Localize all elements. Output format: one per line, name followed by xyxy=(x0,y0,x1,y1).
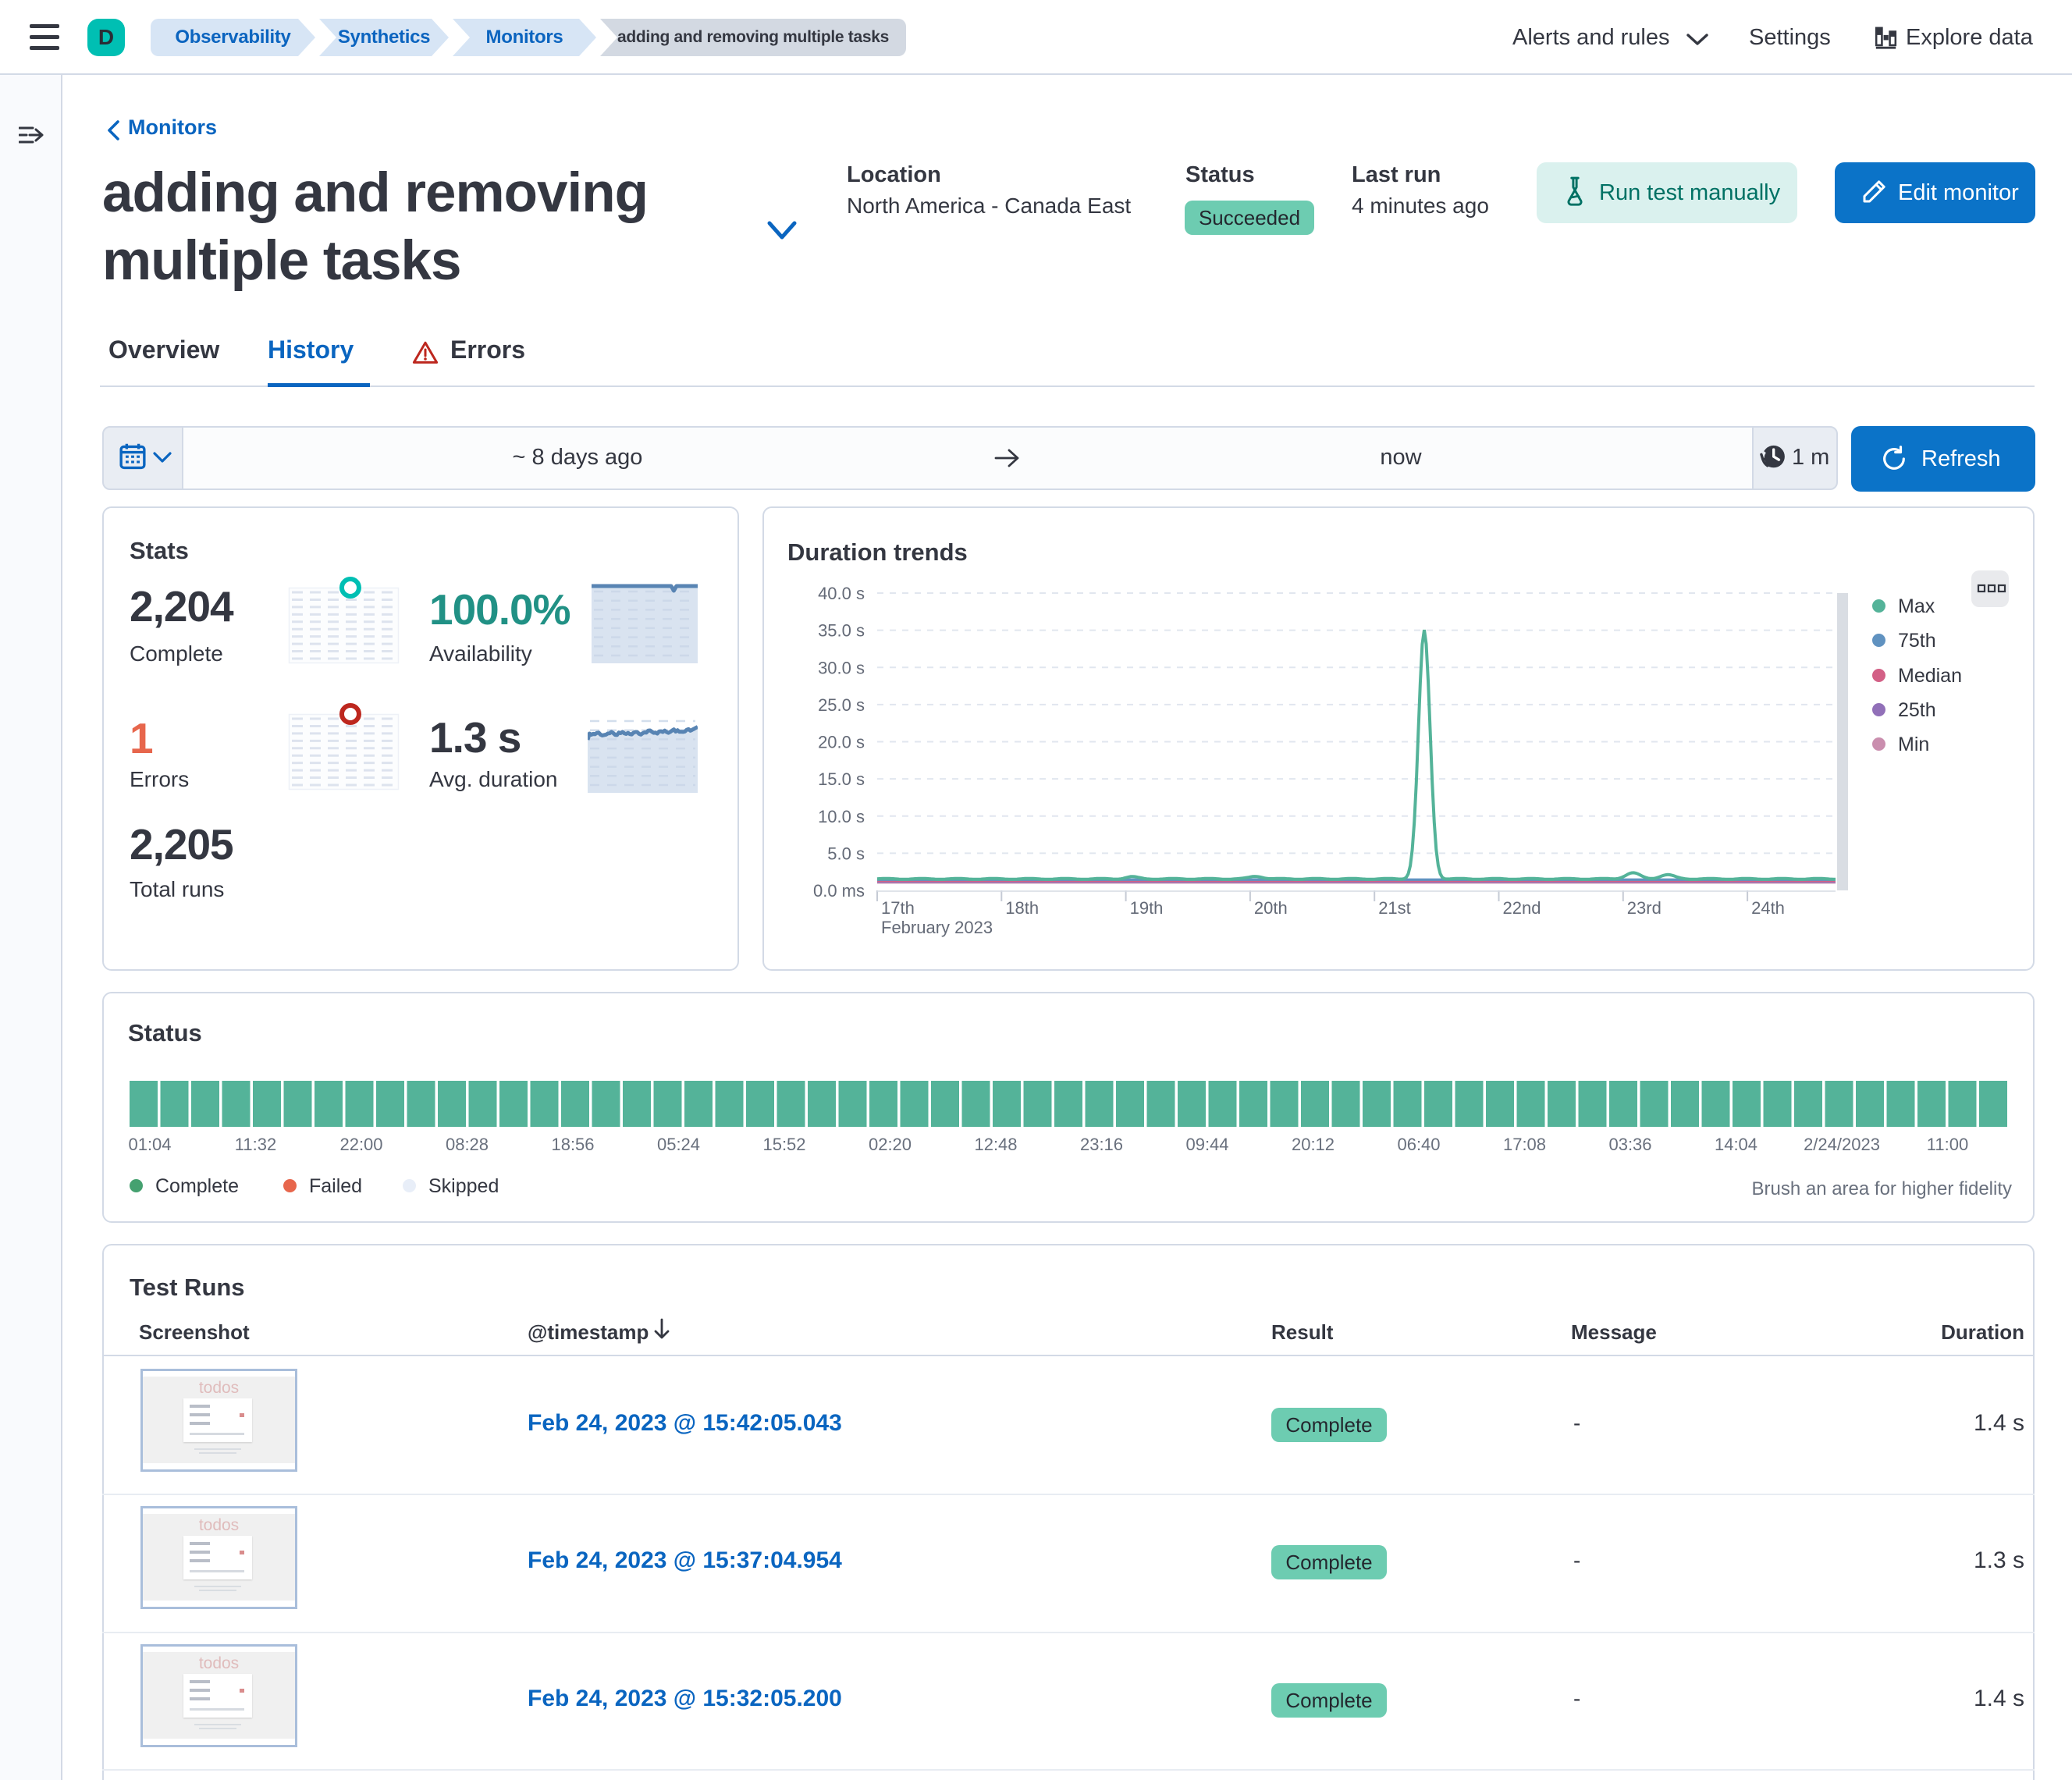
svg-text:19th: 19th xyxy=(1130,898,1164,918)
svg-text:21st: 21st xyxy=(1378,898,1411,918)
svg-text:20.0 s: 20.0 s xyxy=(818,733,865,752)
svg-text:30.0 s: 30.0 s xyxy=(818,658,865,677)
svg-text:24th: 24th xyxy=(1751,898,1785,918)
svg-text:18th: 18th xyxy=(1005,898,1039,918)
svg-text:5.0 s: 5.0 s xyxy=(827,844,865,863)
svg-text:15.0 s: 15.0 s xyxy=(818,769,865,789)
svg-text:23rd: 23rd xyxy=(1627,898,1662,918)
svg-text:35.0 s: 35.0 s xyxy=(818,621,865,641)
svg-text:20th: 20th xyxy=(1254,898,1288,918)
svg-text:February 2023: February 2023 xyxy=(881,918,993,937)
svg-text:40.0 s: 40.0 s xyxy=(818,584,865,603)
svg-text:0.0 ms: 0.0 ms xyxy=(813,881,865,901)
svg-text:10.0 s: 10.0 s xyxy=(818,807,865,826)
svg-text:17th: 17th xyxy=(881,898,915,918)
svg-text:25.0 s: 25.0 s xyxy=(818,695,865,715)
svg-text:22nd: 22nd xyxy=(1503,898,1541,918)
